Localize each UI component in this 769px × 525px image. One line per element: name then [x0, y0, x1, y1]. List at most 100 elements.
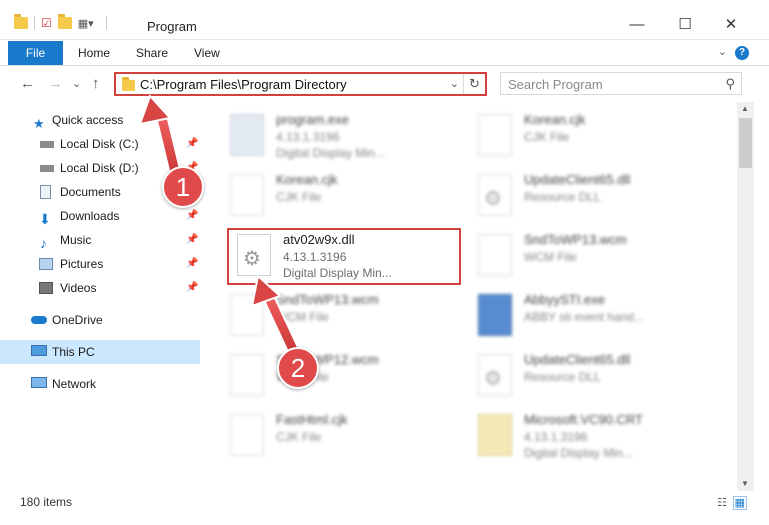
new-folder-icon[interactable]: [57, 14, 72, 29]
sidebar-item-network[interactable]: Network: [0, 372, 200, 396]
file-icon: [478, 234, 512, 276]
sidebar-item-downloads[interactable]: ⬇ Downloads 📌: [0, 204, 200, 228]
file-version: 4.13.1.3196: [276, 130, 340, 144]
pin-icon[interactable]: 📌: [186, 252, 198, 276]
star-icon: ★: [33, 116, 45, 131]
up-button[interactable]: ↑: [92, 75, 100, 92]
recent-locations-button[interactable]: ⌄: [72, 77, 81, 90]
properties-icon[interactable]: ☑: [41, 16, 52, 30]
sidebar-item-local-disk-c[interactable]: Local Disk (C:) 📌: [0, 132, 200, 156]
download-icon: ⬇: [39, 211, 51, 227]
file-type: CJK File: [524, 130, 570, 144]
address-bar[interactable]: C:\Program Files\Program Directory ⌄ ↻: [114, 72, 487, 96]
status-bar: 180 items ☷ ▦: [0, 491, 769, 513]
network-icon: [31, 377, 47, 388]
folder-icon: [14, 14, 28, 29]
search-input[interactable]: Search Program ⚲: [500, 72, 742, 95]
sidebar-item-label: Downloads: [60, 209, 120, 223]
details-view-icon[interactable]: ☷: [717, 496, 727, 509]
drive-icon: [40, 165, 54, 172]
address-path[interactable]: C:\Program Files\Program Directory: [140, 77, 347, 92]
music-icon: ♪: [40, 235, 47, 251]
pin-icon[interactable]: 📌: [186, 276, 198, 300]
file-icon: [230, 354, 264, 396]
tab-home[interactable]: Home: [66, 41, 122, 65]
file-item-updateclient65-2[interactable]: UpdateClient65.dll Resource DLL: [468, 348, 708, 406]
tab-share[interactable]: Share: [124, 41, 180, 65]
file-name: Korean.cjk: [276, 172, 338, 187]
file-icon: [230, 294, 264, 336]
file-item-atv02w9x-dll[interactable]: atv02w9x.dll 4.13.1.3196 Digital Display…: [227, 228, 467, 286]
chevron-down-icon[interactable]: ⌄: [450, 77, 459, 90]
file-name: SndToWP13.wcm: [276, 292, 379, 307]
exe-file-icon: [230, 114, 264, 156]
toolbar-divider: [105, 16, 107, 30]
forward-button[interactable]: →: [48, 75, 63, 92]
file-name: program.exe: [276, 112, 349, 127]
step-badge-2: 2: [277, 347, 319, 389]
exe-file-icon: [478, 294, 512, 336]
sidebar-item-quick-access[interactable]: ★ Quick access: [0, 108, 200, 132]
toolbar-divider: [34, 16, 35, 30]
back-button[interactable]: ←: [20, 75, 35, 92]
sidebar-item-this-pc[interactable]: This PC: [0, 340, 200, 364]
file-type: Resource DLL: [524, 370, 601, 384]
customize-toolbar-icon[interactable]: ▦▾: [78, 17, 94, 30]
file-item-sndtowp12[interactable]: SndToWP12.wcm WCM File: [220, 348, 460, 406]
tab-file[interactable]: File: [8, 41, 63, 65]
scroll-up-icon[interactable]: ▲: [741, 104, 749, 113]
file-name: AbbyySTI.exe: [524, 292, 605, 307]
pictures-icon: [39, 258, 53, 270]
file-item-sndtowp13[interactable]: SndToWP13.wcm WCM File: [220, 288, 460, 346]
tab-view[interactable]: View: [182, 41, 232, 65]
file-name: Microsoft.VC90.CRT: [524, 412, 643, 427]
minimize-button[interactable]: —: [614, 12, 660, 40]
title-bar: ☑ ▦▾ Program — ☐ ✕: [0, 0, 769, 40]
highlighted-dll-file[interactable]: atv02w9x.dll 4.13.1.3196 Digital Display…: [227, 228, 461, 285]
refresh-button[interactable]: ↻: [463, 74, 485, 94]
sidebar-item-music[interactable]: ♪ Music 📌: [0, 228, 200, 252]
file-type: CJK File: [276, 190, 322, 204]
pin-icon[interactable]: 📌: [186, 204, 198, 228]
sidebar-item-label: This PC: [52, 345, 95, 359]
navigation-pane: ★ Quick access Local Disk (C:) 📌 Local D…: [0, 102, 205, 491]
file-version: 4.13.1.3196: [524, 430, 588, 444]
help-icon[interactable]: ?: [735, 46, 749, 60]
dll-file-icon: [478, 354, 512, 396]
sidebar-item-videos[interactable]: Videos 📌: [0, 276, 200, 300]
search-icon[interactable]: ⚲: [725, 76, 735, 92]
drive-icon: [40, 141, 54, 148]
search-placeholder: Search Program: [508, 77, 603, 92]
file-name: SndToWP13.wcm: [524, 232, 627, 247]
large-icons-view-icon[interactable]: ▦: [732, 496, 747, 510]
file-type: WCM File: [276, 310, 329, 324]
sidebar-item-onedrive[interactable]: OneDrive: [0, 308, 200, 332]
sidebar-item-pictures[interactable]: Pictures 📌: [0, 252, 200, 276]
pin-icon[interactable]: 📌: [186, 132, 198, 156]
collapse-ribbon-icon[interactable]: ⌄: [718, 45, 727, 58]
file-icon: [230, 414, 264, 456]
sidebar-item-label: Quick access: [52, 113, 124, 127]
file-item-korean-cjk-2[interactable]: Korean.cjk CJK File: [468, 108, 708, 166]
file-name: atv02w9x.dll: [283, 232, 355, 247]
file-description: Digital Display Min...: [276, 146, 385, 160]
folder-icon: [122, 77, 135, 91]
file-item-vc90-crt[interactable]: Microsoft.VC90.CRT 4.13.1.3196 Digital D…: [468, 408, 708, 466]
close-button[interactable]: ✕: [708, 12, 754, 40]
pin-icon[interactable]: 📌: [186, 228, 198, 252]
file-item-program-exe[interactable]: program.exe 4.13.1.3196 Digital Display …: [220, 108, 460, 166]
documents-icon: [40, 185, 51, 199]
vertical-scrollbar[interactable]: ▲ ▼: [737, 102, 754, 491]
file-item-sndtowp13-2[interactable]: SndToWP13.wcm WCM File: [468, 228, 708, 286]
sidebar-item-label: Music: [60, 233, 92, 247]
maximize-button[interactable]: ☐: [662, 12, 708, 40]
videos-icon: [39, 282, 53, 294]
file-item-korean-cjk[interactable]: Korean.cjk CJK File: [220, 168, 460, 226]
file-item-updateclient65[interactable]: UpdateClient65.dll Resource DLL: [468, 168, 708, 226]
ribbon-tabs: File Home Share View ⌄ ?: [0, 41, 769, 66]
scroll-thumb[interactable]: [739, 118, 752, 168]
file-item-fasthtml[interactable]: FastHtml.cjk CJK File: [220, 408, 460, 466]
step-badge-1: 1: [162, 166, 204, 208]
scroll-down-icon[interactable]: ▼: [741, 479, 749, 488]
file-item-abbyysti[interactable]: AbbyySTI.exe ABBY sti event hand...: [468, 288, 708, 346]
